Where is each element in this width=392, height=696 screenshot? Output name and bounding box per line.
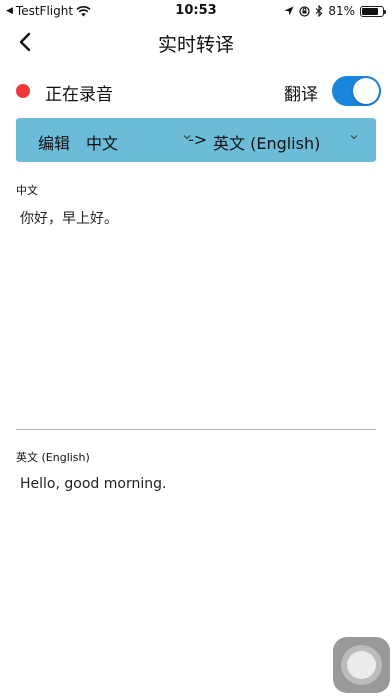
recording-status-label: 正在录音 <box>45 85 113 105</box>
target-language-value: 英文 (English) <box>213 134 321 153</box>
nav-bar: 实时转译 <box>0 22 392 62</box>
translate-toggle[interactable] <box>332 76 381 106</box>
status-right: 81% <box>284 4 386 18</box>
assistive-touch-inner-ring <box>347 651 376 679</box>
recording-row: 正在录音 翻译 <box>0 72 392 110</box>
target-text: Hello, good morning. <box>20 476 167 492</box>
translate-label: 翻译 <box>284 85 318 105</box>
recording-indicator-dot <box>16 84 30 98</box>
target-language-select[interactable]: 英文 (English) <box>213 118 363 162</box>
source-language-value: 中文 <box>86 134 119 153</box>
battery-icon <box>360 5 386 17</box>
chevron-down-icon <box>350 135 358 140</box>
orientation-lock-icon <box>299 5 310 17</box>
status-bar: ◀ TestFlight 10:53 81% <box>0 0 392 22</box>
translate-arrow: -> <box>188 130 208 149</box>
battery-percent: 81% <box>328 4 355 18</box>
assistive-touch-button[interactable] <box>333 637 390 693</box>
bluetooth-icon <box>315 5 323 17</box>
page-title: 实时转译 <box>157 34 234 56</box>
source-section-label: 中文 <box>16 184 38 197</box>
battery-fill <box>362 7 379 15</box>
source-text: 你好，早上好。 <box>20 211 118 227</box>
edit-button[interactable]: 编辑 <box>38 130 70 154</box>
location-arrow-icon <box>284 6 294 16</box>
source-language-select[interactable]: 中文 <box>86 118 196 162</box>
target-section-label: 英文 (English) <box>16 451 90 464</box>
language-bar: 编辑 中文 -> 英文 (English) <box>16 118 376 162</box>
section-divider <box>16 429 376 430</box>
toggle-knob <box>353 78 379 104</box>
